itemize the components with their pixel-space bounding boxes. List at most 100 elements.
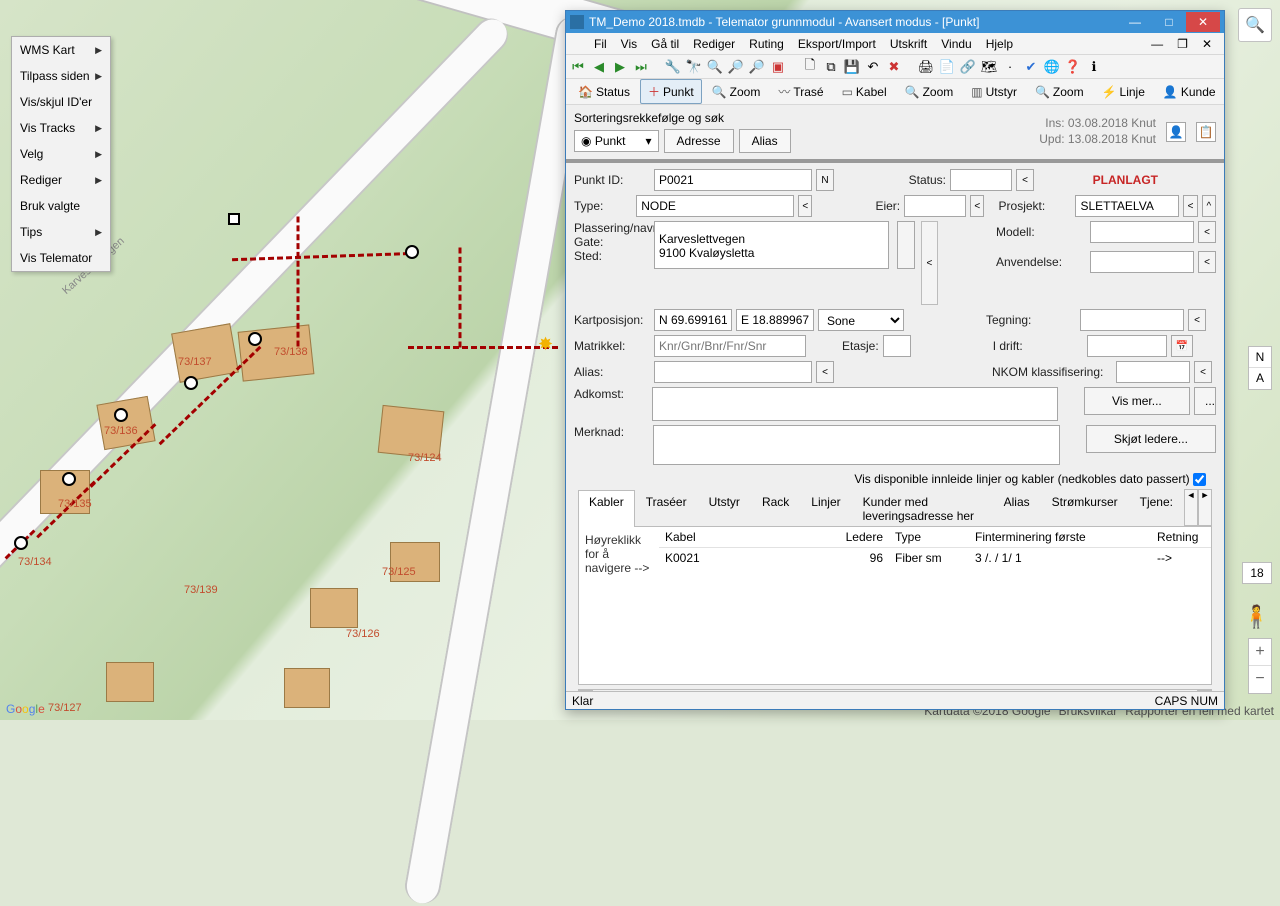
- view-tab-punkt[interactable]: ＋Punkt: [640, 79, 702, 104]
- tool-icon[interactable]: 🔧: [665, 59, 681, 75]
- n-button[interactable]: N: [816, 169, 834, 191]
- view-tab-kabel[interactable]: ▭Kabel: [834, 81, 895, 103]
- nkom-lt[interactable]: <: [1194, 361, 1212, 383]
- punkt-id-input[interactable]: [654, 169, 812, 191]
- menu-fil[interactable]: Fil: [588, 35, 613, 53]
- map-node-dot[interactable]: [405, 245, 419, 259]
- zoom-out-icon[interactable]: 🔎: [728, 59, 744, 75]
- prosjekt-up[interactable]: ^: [1202, 195, 1216, 217]
- menu-item[interactable]: Vis/skjul ID'er: [12, 89, 110, 115]
- eier-lt[interactable]: <: [970, 195, 984, 217]
- detail-tab[interactable]: Linjer: [800, 490, 851, 527]
- search-button[interactable]: 🔍: [1238, 8, 1272, 42]
- view-tab-zoom[interactable]: 🔍Zoom: [704, 81, 769, 103]
- modell-lt[interactable]: <: [1198, 221, 1216, 243]
- help-icon[interactable]: ❓: [1065, 59, 1081, 75]
- col-type[interactable]: Type: [889, 527, 969, 548]
- scroll-right[interactable]: ►: [1197, 690, 1211, 691]
- idrift-input[interactable]: [1087, 335, 1167, 357]
- detail-tab[interactable]: Traséer: [635, 490, 698, 527]
- binoculars-icon[interactable]: 🔭: [686, 59, 702, 75]
- pegman-icon[interactable]: 🧍: [1243, 604, 1270, 630]
- alias-lt[interactable]: <: [816, 361, 834, 383]
- globe-icon[interactable]: 🌐: [1044, 59, 1060, 75]
- zoom-in-icon[interactable]: 🔎: [749, 59, 765, 75]
- user-map-icon[interactable]: 👤: [1166, 122, 1186, 142]
- zoom-in-button[interactable]: +: [1249, 639, 1271, 666]
- zoom-control[interactable]: + −: [1248, 638, 1272, 694]
- copy-icon[interactable]: ⧉: [823, 59, 839, 75]
- merknad-input[interactable]: [653, 425, 1060, 465]
- close-button[interactable]: ✕: [1186, 12, 1220, 32]
- col-kabel[interactable]: Kabel: [659, 527, 839, 548]
- detail-tab[interactable]: Rack: [751, 490, 800, 527]
- view-tab-kunde[interactable]: 👤Kunde: [1155, 81, 1224, 103]
- map-node-star[interactable]: [62, 472, 76, 486]
- menu-item[interactable]: Vis Tracks▶: [12, 115, 110, 141]
- detail-tab[interactable]: Strømkurser: [1041, 490, 1129, 527]
- sone-select[interactable]: Sone: [818, 309, 904, 331]
- search-icon[interactable]: 🔍: [707, 59, 723, 75]
- maximize-button[interactable]: □: [1152, 12, 1186, 32]
- grid-h-scrollbar[interactable]: ◄ ►: [578, 689, 1212, 691]
- view-tab-utstyr[interactable]: ▥Utstyr: [963, 81, 1025, 103]
- kart-n-input[interactable]: [654, 309, 732, 331]
- anv-lt[interactable]: <: [1198, 251, 1216, 273]
- menu-item[interactable]: Vis Telemator: [12, 245, 110, 271]
- skjot-button[interactable]: Skjøt ledere...: [1086, 425, 1216, 453]
- map-icon[interactable]: 🗺: [981, 59, 997, 75]
- etasje-input[interactable]: [883, 335, 911, 357]
- plass-scroll[interactable]: [897, 221, 915, 269]
- nav-last-icon[interactable]: ⏭: [633, 59, 649, 75]
- detail-tab[interactable]: Kunder med leveringsadresse her: [852, 490, 993, 527]
- map-node-star[interactable]: [184, 376, 198, 390]
- map-node-star[interactable]: [14, 536, 28, 550]
- status-lt[interactable]: <: [1016, 169, 1034, 191]
- modell-input[interactable]: [1090, 221, 1194, 243]
- nav-first-icon[interactable]: ⏮: [570, 59, 586, 75]
- eier-input[interactable]: [904, 195, 966, 217]
- print-icon[interactable]: 🖨: [918, 59, 934, 75]
- menu-vis[interactable]: Vis: [615, 35, 643, 53]
- tegn-input[interactable]: [1080, 309, 1184, 331]
- info-icon[interactable]: ℹ: [1086, 59, 1102, 75]
- minimize-button[interactable]: —: [1118, 12, 1152, 32]
- menu-gå til[interactable]: Gå til: [645, 35, 685, 53]
- kart-e-input[interactable]: [736, 309, 814, 331]
- type-input[interactable]: [636, 195, 794, 217]
- detail-tab[interactable]: Alias: [993, 490, 1041, 527]
- plassering-box[interactable]: Karveslettvegen 9100 Kvaløysletta: [654, 221, 889, 269]
- tabs-scroll[interactable]: ◄►: [1184, 489, 1212, 526]
- col-fin[interactable]: Finterminering første: [969, 527, 1151, 548]
- view-tab-zoom[interactable]: 🔍Zoom: [897, 81, 962, 103]
- col-retn[interactable]: Retning: [1151, 527, 1211, 548]
- table-row[interactable]: K0021 96 Fiber sm 3 /. / 1/ 1 -->: [659, 548, 1211, 569]
- detail-tab[interactable]: Kabler: [578, 490, 635, 527]
- mdi-controls[interactable]: —❐✕: [1145, 35, 1218, 53]
- menu-item[interactable]: Tilpass siden▶: [12, 63, 110, 89]
- map-node-star[interactable]: [248, 332, 262, 346]
- save-icon[interactable]: 💾: [844, 59, 860, 75]
- scroll-left[interactable]: ◄: [579, 690, 593, 691]
- clipboard-icon[interactable]: 📋: [1196, 122, 1216, 142]
- prosjekt-lt[interactable]: <: [1183, 195, 1197, 217]
- map-node-square[interactable]: [228, 213, 240, 225]
- link-icon[interactable]: 🔗: [960, 59, 976, 75]
- map-node-star[interactable]: [114, 408, 128, 422]
- menu-item[interactable]: Rediger▶: [12, 167, 110, 193]
- nav-prev-icon[interactable]: ◀: [591, 59, 607, 75]
- idrift-cal-icon[interactable]: 📅: [1171, 335, 1193, 357]
- zoom-out-button[interactable]: −: [1249, 666, 1271, 693]
- detail-tab[interactable]: Tjene:: [1129, 490, 1184, 527]
- delete-icon[interactable]: ✖: [886, 59, 902, 75]
- matr-input[interactable]: [654, 335, 806, 357]
- status-input[interactable]: [950, 169, 1012, 191]
- select-icon[interactable]: ▣: [770, 59, 786, 75]
- preview-icon[interactable]: 📄: [939, 59, 955, 75]
- new-icon[interactable]: 🗋: [802, 59, 818, 75]
- adresse-button[interactable]: Adresse: [664, 129, 734, 153]
- menu-hjelp[interactable]: Hjelp: [980, 35, 1019, 53]
- menu-vindu[interactable]: Vindu: [935, 35, 977, 53]
- menu-ruting[interactable]: Ruting: [743, 35, 790, 53]
- menu-item[interactable]: Bruk valgte: [12, 193, 110, 219]
